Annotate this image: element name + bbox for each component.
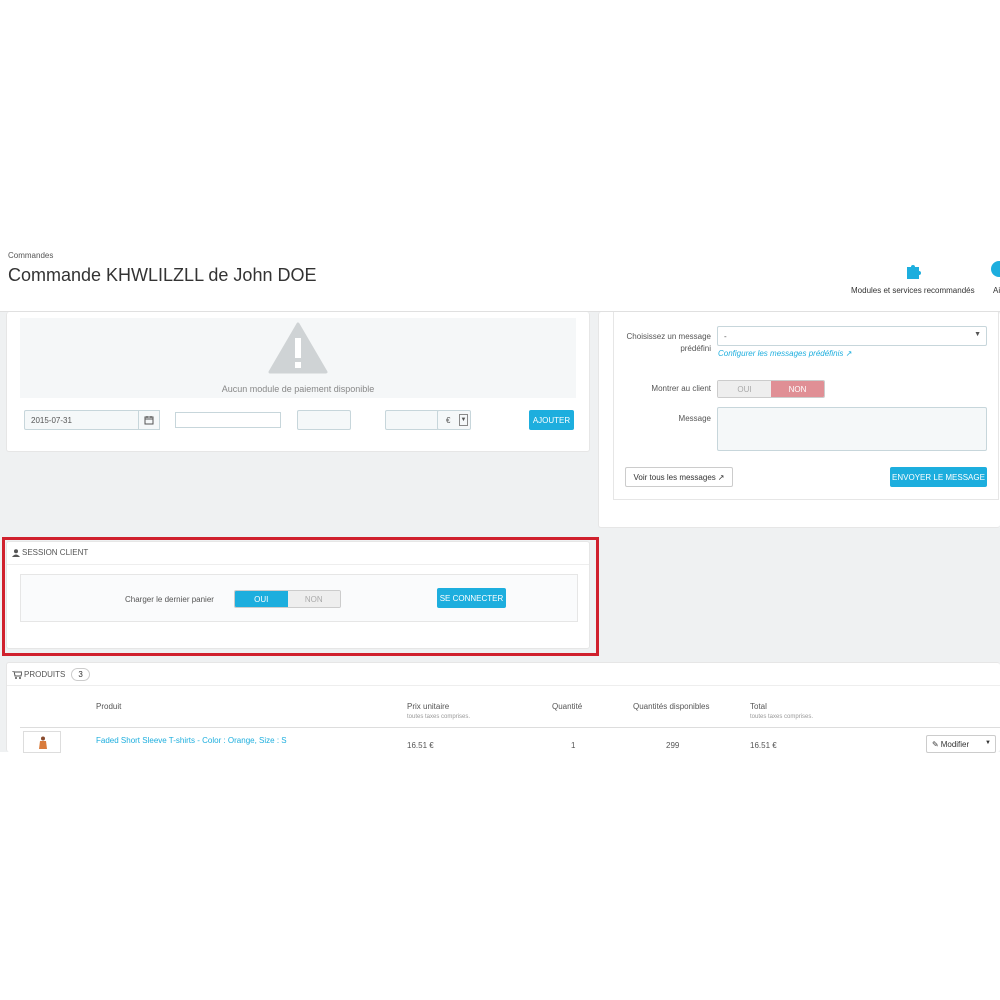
modules-label: Modules et services recommandés bbox=[851, 286, 975, 295]
calendar-icon bbox=[144, 416, 154, 425]
help-label: Ai bbox=[993, 286, 1000, 295]
message-textarea[interactable] bbox=[717, 407, 987, 451]
table-row: Faded Short Sleeve T-shirts - Color : Or… bbox=[20, 729, 1000, 753]
warning-icon bbox=[268, 322, 328, 374]
add-payment-button[interactable]: AJOUTER bbox=[529, 410, 574, 430]
payment-amount-input[interactable] bbox=[385, 410, 439, 430]
payment-date-value: 2015-07-31 bbox=[31, 415, 72, 425]
message-label: Message bbox=[678, 414, 711, 423]
load-cart-label: Charger le dernier panier bbox=[125, 595, 214, 604]
currency-value: € bbox=[446, 415, 451, 425]
product-quantity: 1 bbox=[571, 741, 576, 750]
product-name-link[interactable]: Faded Short Sleeve T-shirts - Color : Or… bbox=[96, 736, 287, 745]
product-unit-price: 16.51 € bbox=[407, 741, 434, 750]
col-unit-price: Prix unitaire bbox=[407, 702, 450, 711]
configure-messages-link[interactable]: Configurer les messages prédéfinis ↗ bbox=[718, 349, 852, 358]
breadcrumb[interactable]: Commandes bbox=[8, 251, 53, 260]
chevron-down-icon[interactable]: ▼ bbox=[985, 740, 991, 746]
products-heading-label: PRODUITS bbox=[24, 670, 66, 679]
configure-messages-label: Configurer les messages prédéfinis bbox=[718, 349, 844, 358]
page-title: Commande KHWLILZLL de John DOE bbox=[8, 265, 317, 285]
predefined-message-label: Choisissez un message prédéfini bbox=[626, 332, 711, 353]
connect-button[interactable]: SE CONNECTER bbox=[437, 588, 506, 608]
session-client-panel: SESSION CLIENT Charger le dernier panier… bbox=[6, 541, 590, 649]
edit-product-label: Modifier bbox=[940, 739, 970, 749]
show-client-non[interactable]: NON bbox=[771, 381, 824, 397]
session-header-divider bbox=[7, 564, 589, 565]
chevron-down-icon: ▼ bbox=[459, 414, 468, 426]
external-link-icon: ↗ bbox=[845, 349, 853, 358]
payment-empty-message: Aucun module de paiement disponible bbox=[221, 384, 375, 394]
currency-select[interactable]: € ▼ bbox=[437, 410, 471, 430]
show-client-label: Montrer au client bbox=[651, 384, 711, 393]
col-total-sub: toutes taxes comprises. bbox=[750, 714, 814, 720]
products-panel: PRODUITS 3 Produit Prix unitaire toutes … bbox=[6, 662, 1000, 753]
col-total: Total bbox=[750, 702, 767, 711]
load-cart-oui[interactable]: OUI bbox=[235, 591, 288, 607]
show-client-oui[interactable]: OUI bbox=[718, 381, 771, 397]
load-cart-toggle[interactable]: OUI NON bbox=[234, 590, 341, 608]
payment-panel: Aucun module de paiement disponible 2015… bbox=[6, 312, 590, 452]
cart-icon bbox=[12, 670, 22, 679]
predefined-message-select[interactable]: - ▼ bbox=[717, 326, 987, 346]
product-thumbnail[interactable] bbox=[23, 731, 61, 753]
session-heading-label: SESSION CLIENT bbox=[22, 548, 89, 557]
external-link-icon: ↗ bbox=[717, 472, 725, 482]
help-icon bbox=[991, 261, 1000, 277]
caret-down-icon: ▼ bbox=[974, 331, 981, 338]
col-available: Quantités disponibles bbox=[633, 702, 710, 711]
load-cart-non[interactable]: NON bbox=[287, 591, 340, 607]
messages-panel: Choisissez un message prédéfini - ▼ Conf… bbox=[598, 312, 1000, 528]
edit-product-button[interactable]: ✎ Modifier ▼ bbox=[926, 735, 996, 753]
view-all-messages-button[interactable]: Voir tous les messages ↗ bbox=[625, 467, 733, 487]
payment-empty-box: Aucun module de paiement disponible bbox=[20, 318, 576, 398]
show-client-toggle[interactable]: OUI NON bbox=[717, 380, 825, 398]
help-toolbar-button[interactable]: Ai bbox=[988, 258, 1000, 298]
products-header-divider bbox=[7, 685, 1000, 686]
puzzle-icon bbox=[907, 265, 921, 279]
payment-transaction-input[interactable] bbox=[297, 410, 351, 430]
col-product: Produit bbox=[96, 702, 122, 711]
send-message-button[interactable]: ENVOYER LE MESSAGE bbox=[890, 467, 987, 487]
pencil-icon: ✎ bbox=[932, 739, 939, 749]
table-header-divider bbox=[20, 727, 1000, 728]
payment-method-input[interactable] bbox=[175, 412, 281, 428]
col-quantity: Quantité bbox=[552, 702, 583, 711]
product-total: 16.51 € bbox=[750, 741, 777, 750]
predefined-message-value: - bbox=[724, 331, 727, 341]
session-heading: SESSION CLIENT bbox=[12, 548, 88, 557]
col-unit-price-sub: toutes taxes comprises. bbox=[407, 714, 471, 720]
view-all-messages-label: Voir tous les messages bbox=[633, 472, 716, 482]
products-count-badge: 3 bbox=[71, 668, 90, 681]
calendar-button[interactable] bbox=[138, 410, 160, 430]
modules-toolbar-button[interactable]: Modules et services recommandés bbox=[848, 258, 986, 298]
product-available: 299 bbox=[666, 741, 680, 750]
products-heading: PRODUITS 3 bbox=[12, 668, 90, 681]
user-icon bbox=[12, 548, 20, 557]
tshirt-image bbox=[39, 736, 47, 749]
